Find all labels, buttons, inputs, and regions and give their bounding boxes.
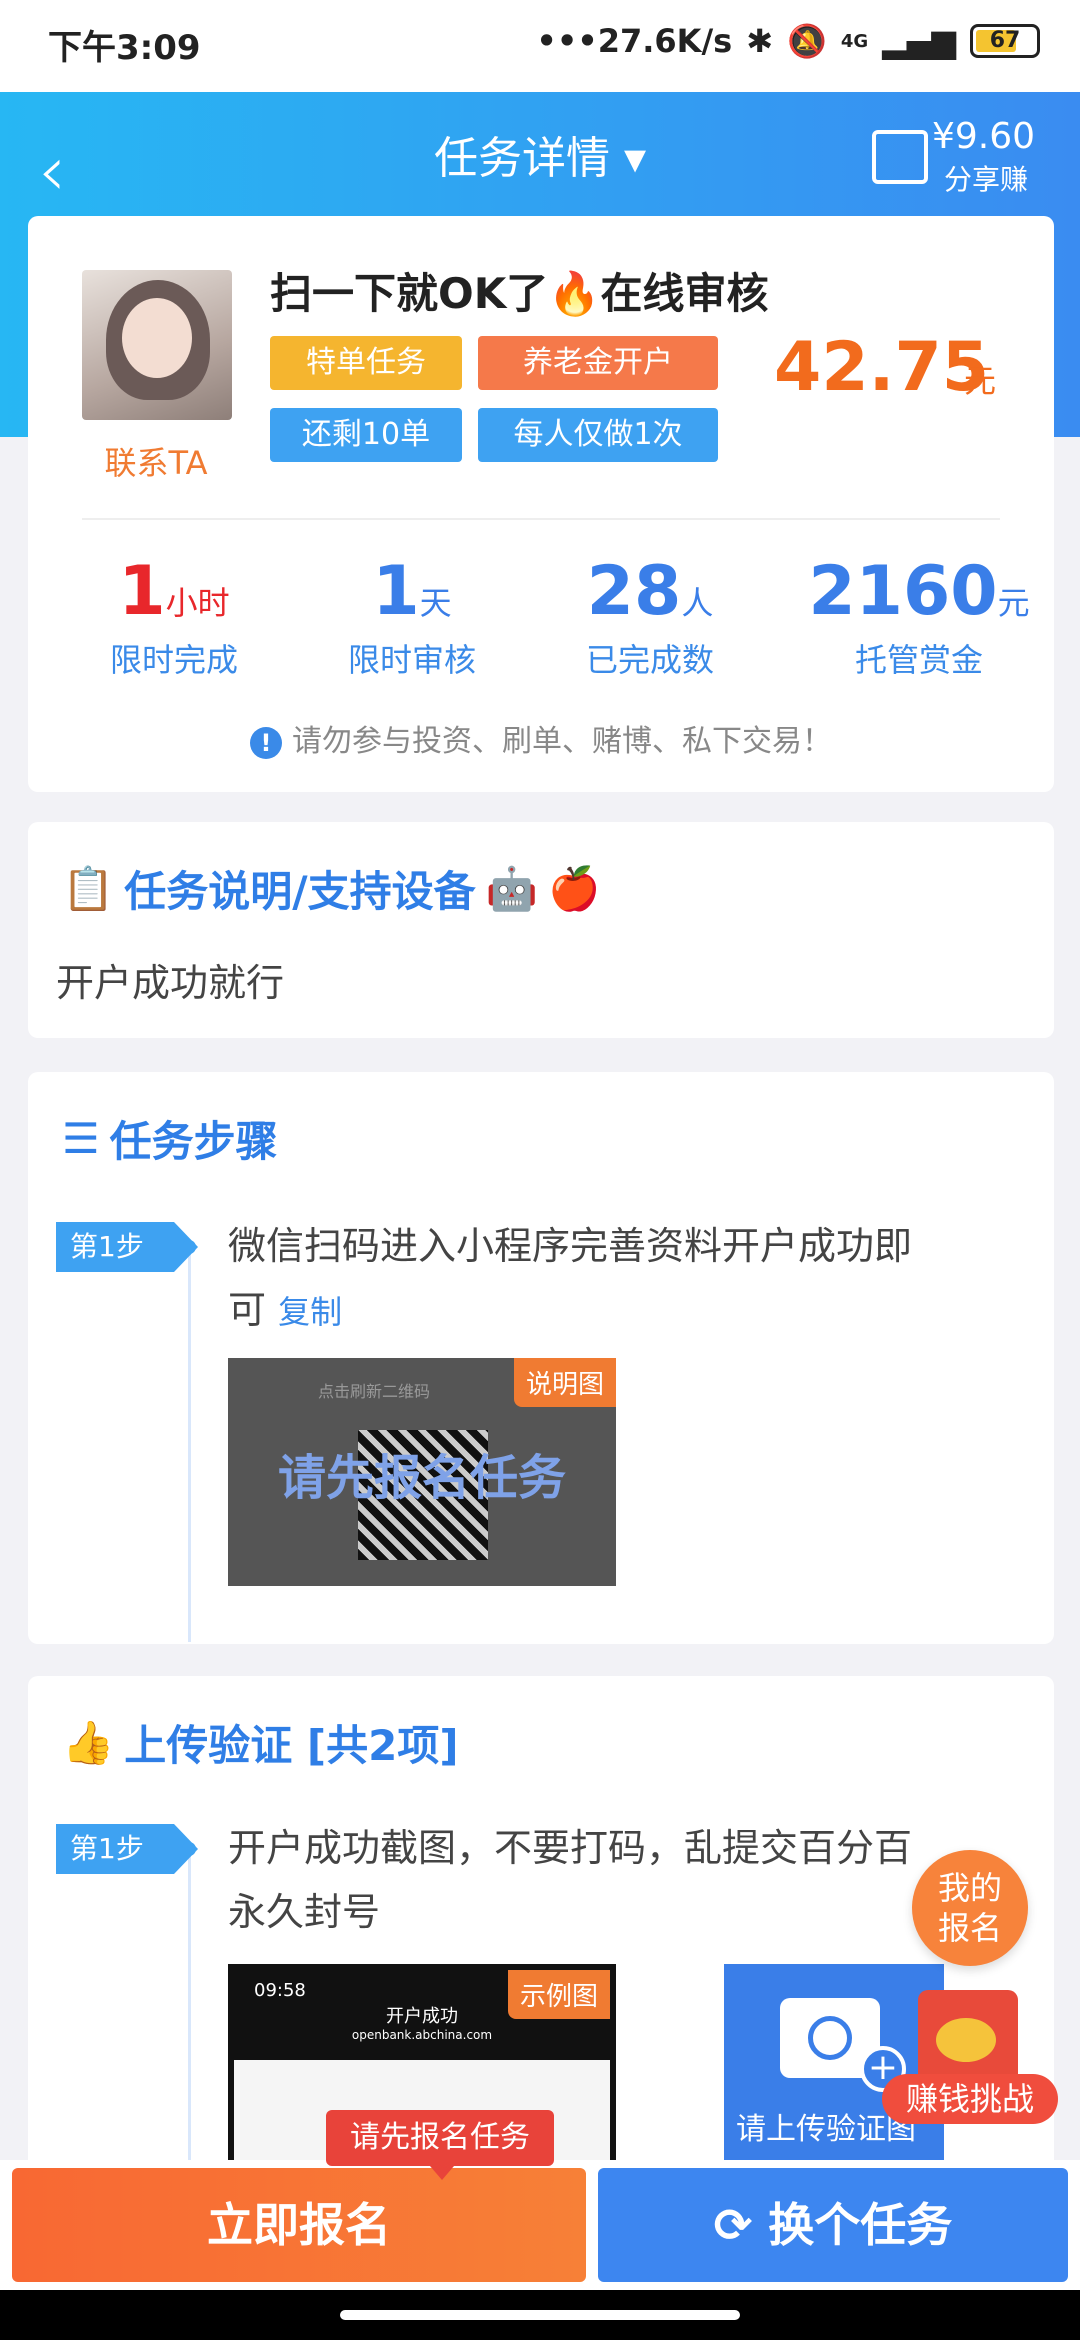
list-search-icon: ☰ [62,1114,100,1163]
warning-text: 请勿参与投资、刷单、赌博、私下交易！ [292,724,832,759]
apple-icon: 🍎 [547,863,601,913]
upload-line-2: 永久封号 [228,1890,381,1934]
signup-button[interactable]: 立即报名 [12,2168,586,2282]
corner-tag: 示例图 [507,1970,610,2019]
info-icon: ! [250,727,282,759]
nav-bar [0,2290,1080,2340]
upload-title: 上传验证 [共2项] [124,1721,459,1770]
stat-number: 2160 [808,552,998,631]
stat-unit: 元 [997,584,1030,622]
stat-number: 1 [118,552,166,631]
tag-once: 每人仅做1次 [478,408,718,462]
step-badge: 第1步 [56,1824,198,1874]
stat-number: 1 [372,552,420,631]
instruction-image[interactable]: 点击刷新二维码 请先报名任务 说明图 [228,1358,616,1586]
divider [82,518,1000,520]
stat-unit: 天 [419,584,452,622]
task-title: 扫一下就OK了🔥在线审核 [270,269,769,318]
avatar[interactable] [82,270,232,420]
battery-icon: 67 [970,24,1040,58]
step-text: 微信扫码进入小程序完善资料开户成功即 可 复制 [228,1214,912,1344]
stat-label: 已完成数 [585,641,714,679]
status-icons: •••27.6K/s ✱ 🔕 4G ▂▄▆ 67 [536,22,1040,60]
refresh-icon: ⟳ [713,2198,769,2252]
contact-link[interactable]: 联系TA [56,438,256,484]
share-button[interactable]: ¥9.60 分享赚 [872,116,1052,196]
step-text: 开户成功截图，不要打码，乱提交百分百 永久封号 [228,1816,912,1944]
timeline-dot [182,1240,196,1254]
home-indicator[interactable] [340,2310,740,2320]
step-line-1: 微信扫码进入小程序完善资料开户成功即 [228,1224,913,1268]
stat-label: 限时审核 [347,641,476,679]
description-title: 任务说明/支持设备 [124,867,476,916]
network-speed: •••27.6K/s [536,22,733,60]
thumbs-up-icon: 👍 [62,1717,115,1767]
step-badge: 第1步 [56,1222,198,1272]
stat-review-limit: 1天 限时审核 [292,552,532,681]
status-time: 下午3:09 [48,28,201,68]
clipboard-icon: 📋 [62,863,115,913]
bottom-action-bar: 立即报名 ⟳ 换个任务 [0,2160,1080,2290]
switch-task-button[interactable]: ⟳ 换个任务 [598,2168,1068,2282]
tag-special: 特单任务 [270,336,462,390]
copy-link[interactable]: 复制 [278,1293,342,1331]
status-bar: 下午3:09 •••27.6K/s ✱ 🔕 4G ▂▄▆ 67 [0,0,1080,92]
upload-line-1: 开户成功截图，不要打码，乱提交百分百 [228,1826,913,1870]
stat-completed: 28人 已完成数 [530,552,770,681]
signup-tooltip: 请先报名任务 [326,2110,554,2180]
task-steps-card: ☰ 任务步骤 第1步 微信扫码进入小程序完善资料开户成功即 可 复制 点击刷新二… [28,1072,1054,1644]
overlay-text: 请先报名任务 [277,1450,566,1506]
share-icon [872,130,928,184]
section-title: ☰ 任务步骤 [62,1108,278,1169]
stat-unit: 小时 [165,584,230,622]
network-label: 4G [840,30,869,52]
timeline-line [188,1242,191,1642]
bluetooth-icon: ✱ [746,22,774,60]
stat-time-limit: 1小时 限时完成 [54,552,294,681]
challenge-label: 赚钱挑战 [882,2074,1058,2124]
earn-challenge-button[interactable]: 赚钱挑战 [882,1990,1058,2140]
step-line-2: 可 [228,1288,267,1332]
steps-title: 任务步骤 [109,1117,278,1166]
task-description-card: 📋 任务说明/支持设备 🤖 🍎 开户成功就行 [28,822,1054,1038]
stat-bounty: 2160元 托管赏金 [784,552,1054,681]
stat-unit: 人 [681,584,714,622]
warning-notice: ! 请勿参与投资、刷单、赌博、私下交易！ [28,716,1054,760]
signal-icon: ▂▄▆ [882,22,956,60]
task-summary-card: 联系TA 扫一下就OK了🔥在线审核 特单任务 养老金开户 还剩10单 每人仅做1… [28,216,1054,792]
my-registration-button[interactable]: 我的报名 [912,1850,1028,1966]
section-title: 📋 任务说明/支持设备 🤖 🍎 [62,858,600,919]
android-icon: 🤖 [485,863,538,913]
stat-label: 托管赏金 [854,641,983,679]
shot-time: 09:58 [254,1980,306,2001]
qr-hint: 点击刷新二维码 [318,1382,431,1401]
price-unit: 元 [964,362,997,400]
stat-label: 限时完成 [109,641,238,679]
mute-icon: 🔕 [787,22,827,60]
section-title: 👍 上传验证 [共2项] [62,1712,459,1773]
share-amount: ¥9.60 [932,116,1036,157]
share-label: 分享赚 [944,163,1029,196]
tag-remaining: 还剩10单 [270,408,462,462]
timeline-dot [182,1842,196,1856]
stat-number: 28 [586,552,682,631]
price: 42.75 [774,328,990,407]
description-body: 开户成功就行 [56,961,285,1005]
corner-tag: 说明图 [513,1358,616,1407]
tag-pension: 养老金开户 [478,336,718,390]
